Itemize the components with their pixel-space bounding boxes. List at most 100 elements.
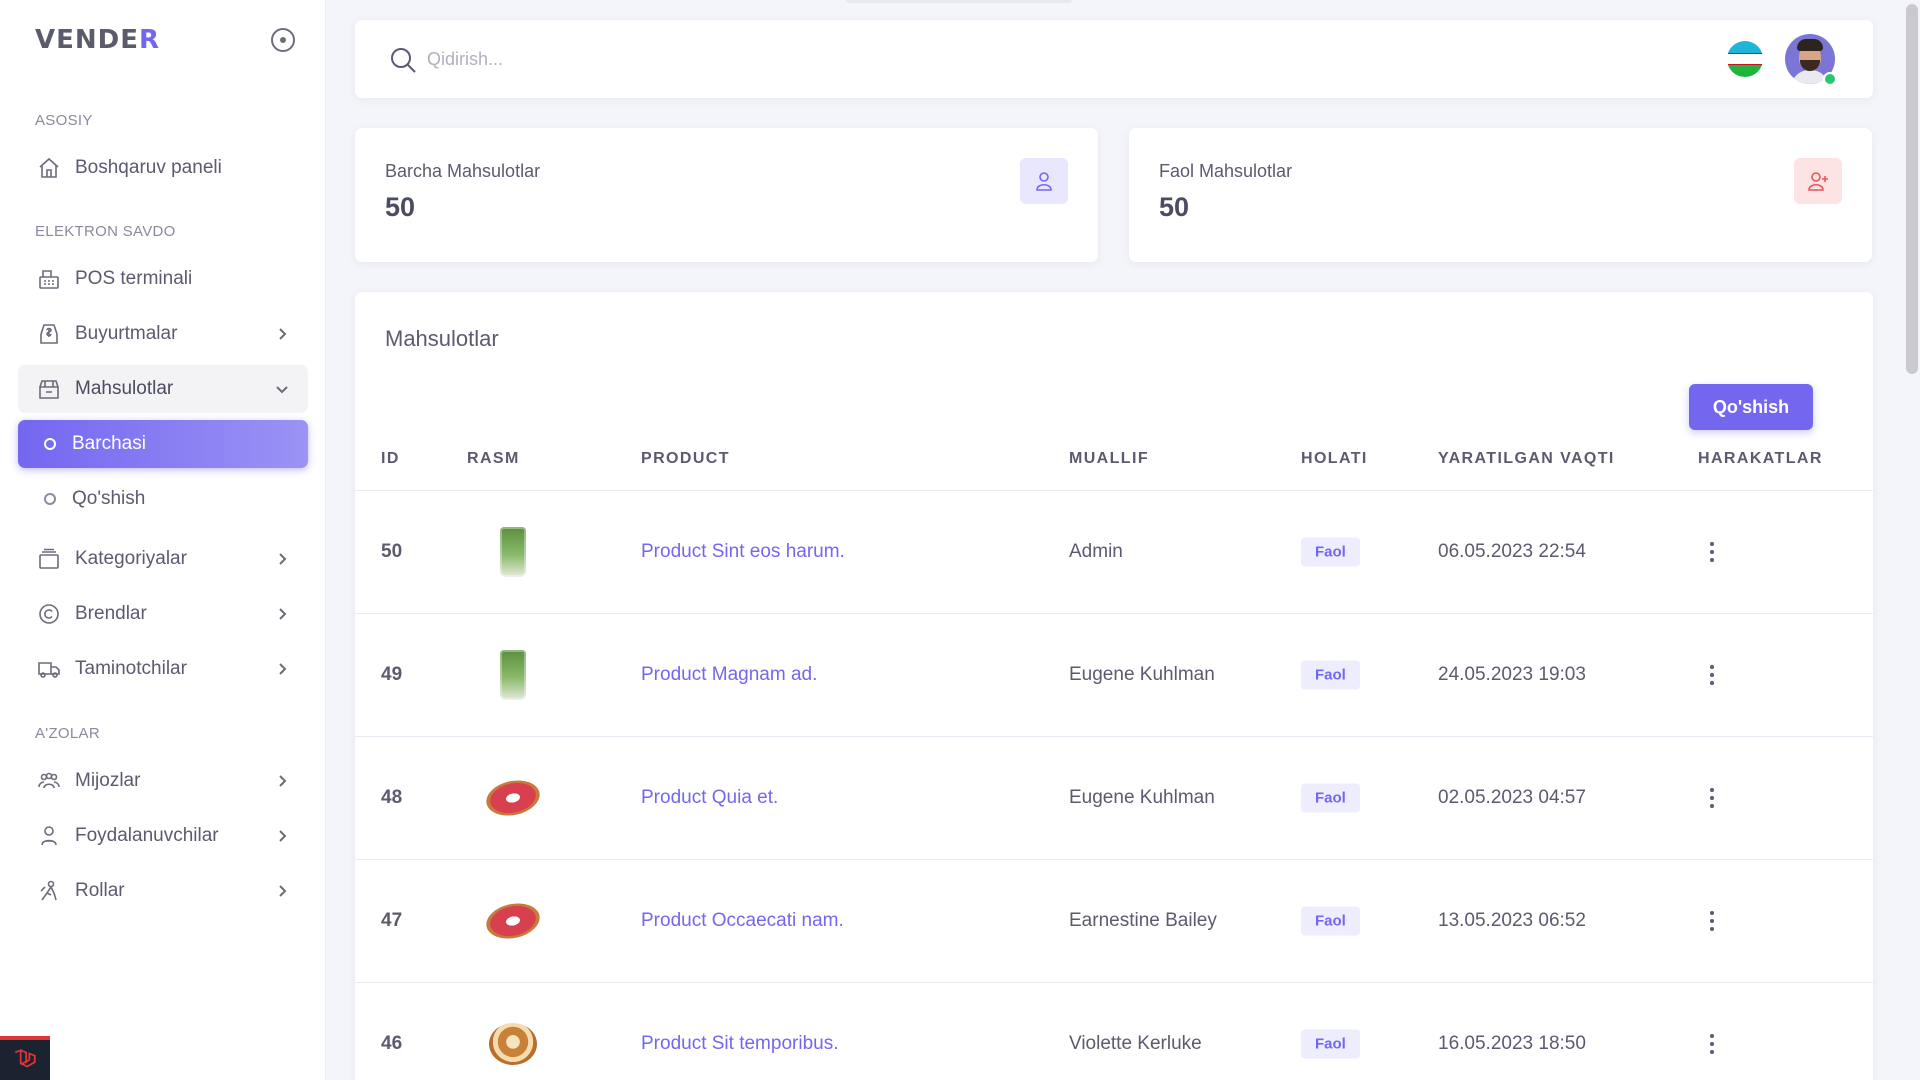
chevron-right-icon: [274, 606, 290, 622]
sidebar-item-pos[interactable]: POS terminali: [18, 255, 308, 303]
chevron-down-icon: [274, 381, 290, 397]
scrollbar-thumb[interactable]: [1906, 4, 1918, 374]
search-icon[interactable]: [388, 45, 418, 75]
product-name-link[interactable]: Product Sint eos harum.: [641, 541, 845, 563]
user-plus-icon: [1794, 158, 1842, 204]
sidebar-subitem-add[interactable]: Qo'shish: [18, 475, 308, 523]
row-created: 13.05.2023 06:52: [1438, 910, 1586, 931]
brand-text-accent: R: [139, 25, 161, 55]
sidebar-item-label: Boshqaruv paneli: [75, 157, 222, 178]
sidebar-item-categories[interactable]: Kategoriyalar: [18, 535, 308, 583]
sidebar: VENDE R ASOSIY Boshqaruv paneli ELEKTRON …: [0, 0, 326, 1080]
product-image: [483, 893, 543, 949]
chevron-right-icon: [274, 883, 290, 899]
products-icon: [36, 376, 62, 402]
sidebar-item-label: Mijozlar: [75, 770, 141, 791]
sidebar-item-roles[interactable]: Rollar: [18, 867, 308, 915]
more-actions-icon[interactable]: [1700, 1029, 1724, 1059]
stat-card-all-products: Barcha Mahsulotlar 50: [355, 128, 1098, 262]
stat-label: Barcha Mahsulotlar: [385, 161, 541, 181]
sidebar-item-customers[interactable]: Mijozlar: [18, 757, 308, 805]
product-image: [485, 524, 541, 580]
card-title: Mahsulotlar: [385, 326, 499, 351]
topbar: [355, 20, 1873, 98]
column-header-actions: HARAKATLAR: [1698, 450, 1823, 467]
home-icon: [36, 155, 62, 181]
more-actions-icon[interactable]: [1700, 660, 1724, 690]
chevron-right-icon: [274, 551, 290, 567]
column-header-author[interactable]: MUALLIF: [1069, 450, 1149, 468]
truck-icon: [36, 656, 62, 682]
sidebar-item-label: POS terminali: [75, 268, 193, 289]
search-input[interactable]: [427, 42, 1127, 76]
sidebar-item-suppliers[interactable]: Taminotchilar: [18, 645, 308, 693]
language-flag-icon[interactable]: [1727, 41, 1763, 77]
row-id: 48: [381, 787, 403, 808]
section-label-elektron-savdo: ELEKTRON SAVDO: [35, 223, 176, 240]
online-status-dot: [1823, 72, 1837, 86]
circle-icon: [44, 438, 56, 450]
sidebar-subitem-all[interactable]: Barchasi: [18, 420, 308, 468]
sidebar-item-label: Foydalanuvchilar: [75, 825, 219, 846]
row-id: 46: [381, 1033, 403, 1054]
circle-icon: [44, 493, 56, 505]
column-header-image: RASM: [467, 450, 520, 467]
sidebar-item-label: Mahsulotlar: [75, 378, 174, 399]
more-actions-icon[interactable]: [1700, 783, 1724, 813]
sidebar-item-dashboard[interactable]: Boshqaruv paneli: [18, 144, 308, 192]
status-badge: Faol: [1301, 660, 1360, 690]
product-name-link[interactable]: Product Sit temporibus.: [641, 1033, 838, 1055]
sidebar-item-label: Buyurtmalar: [75, 323, 178, 344]
section-label-asosiy: ASOSIY: [35, 112, 93, 129]
sidebar-toggle-icon[interactable]: [271, 28, 295, 52]
chevron-right-icon: [274, 326, 290, 342]
cash-register-icon: [36, 266, 62, 292]
product-image: [485, 647, 541, 703]
table-row: 48 Product Quia et. Eugene Kuhlman Faol …: [355, 737, 1873, 860]
row-id: 49: [381, 664, 403, 685]
sidebar-item-label: Brendlar: [75, 603, 147, 624]
table-row: 49 Product Magnam ad. Eugene Kuhlman Fao…: [355, 614, 1873, 737]
column-header-status[interactable]: HOLATI: [1301, 450, 1368, 468]
roles-icon: [36, 878, 62, 904]
product-name-link[interactable]: Product Occaecati nam.: [641, 910, 844, 932]
row-id: 50: [381, 541, 403, 562]
row-created: 02.05.2023 04:57: [1438, 787, 1586, 808]
chevron-right-icon: [274, 773, 290, 789]
sidebar-item-label: Barchasi: [72, 433, 146, 454]
more-actions-icon[interactable]: [1700, 537, 1724, 567]
sidebar-item-products[interactable]: Mahsulotlar: [18, 365, 308, 413]
chevron-right-icon: [274, 661, 290, 677]
user-icon: [36, 823, 62, 849]
row-id: 47: [381, 910, 403, 931]
stat-card-active-products: Faol Mahsulotlar 50: [1129, 128, 1872, 262]
row-author: Violette Kerluke: [1069, 1033, 1202, 1054]
more-actions-icon[interactable]: [1700, 906, 1724, 936]
column-header-created[interactable]: YARATILGAN VAQTI: [1438, 450, 1615, 468]
table-row: 46 Product Sit temporibus. Violette Kerl…: [355, 983, 1873, 1080]
sidebar-item-orders[interactable]: Buyurtmalar: [18, 310, 308, 358]
row-created: 24.05.2023 19:03: [1438, 664, 1586, 685]
add-product-button[interactable]: Qo'shish: [1689, 384, 1813, 430]
sidebar-item-label: Taminotchilar: [75, 658, 187, 679]
column-header-product[interactable]: PRODUCT: [641, 450, 730, 468]
users-icon: [36, 768, 62, 794]
status-badge: Faol: [1301, 783, 1360, 813]
product-name-link[interactable]: Product Quia et.: [641, 787, 778, 809]
product-name-link[interactable]: Product Magnam ad.: [641, 664, 817, 686]
sidebar-item-label: Kategoriyalar: [75, 548, 187, 569]
user-icon: [1020, 158, 1068, 204]
sidebar-item-users[interactable]: Foydalanuvchilar: [18, 812, 308, 860]
category-icon: [36, 546, 62, 572]
laravel-debugbar-icon[interactable]: [0, 1036, 50, 1080]
column-header-id[interactable]: ID: [381, 450, 400, 468]
sidebar-item-label: Rollar: [75, 880, 125, 901]
row-author: Eugene Kuhlman: [1069, 787, 1215, 808]
stat-value: 50: [1159, 192, 1190, 222]
brand-logo[interactable]: VENDE R: [35, 25, 161, 55]
sidebar-item-brands[interactable]: Brendlar: [18, 590, 308, 638]
page-scrollbar[interactable]: [1904, 0, 1920, 1080]
copyright-icon: [36, 601, 62, 627]
products-card: Mahsulotlar Qo'shish ID RASM PRODUCT MUA…: [355, 292, 1873, 1080]
row-author: Eugene Kuhlman: [1069, 664, 1215, 685]
